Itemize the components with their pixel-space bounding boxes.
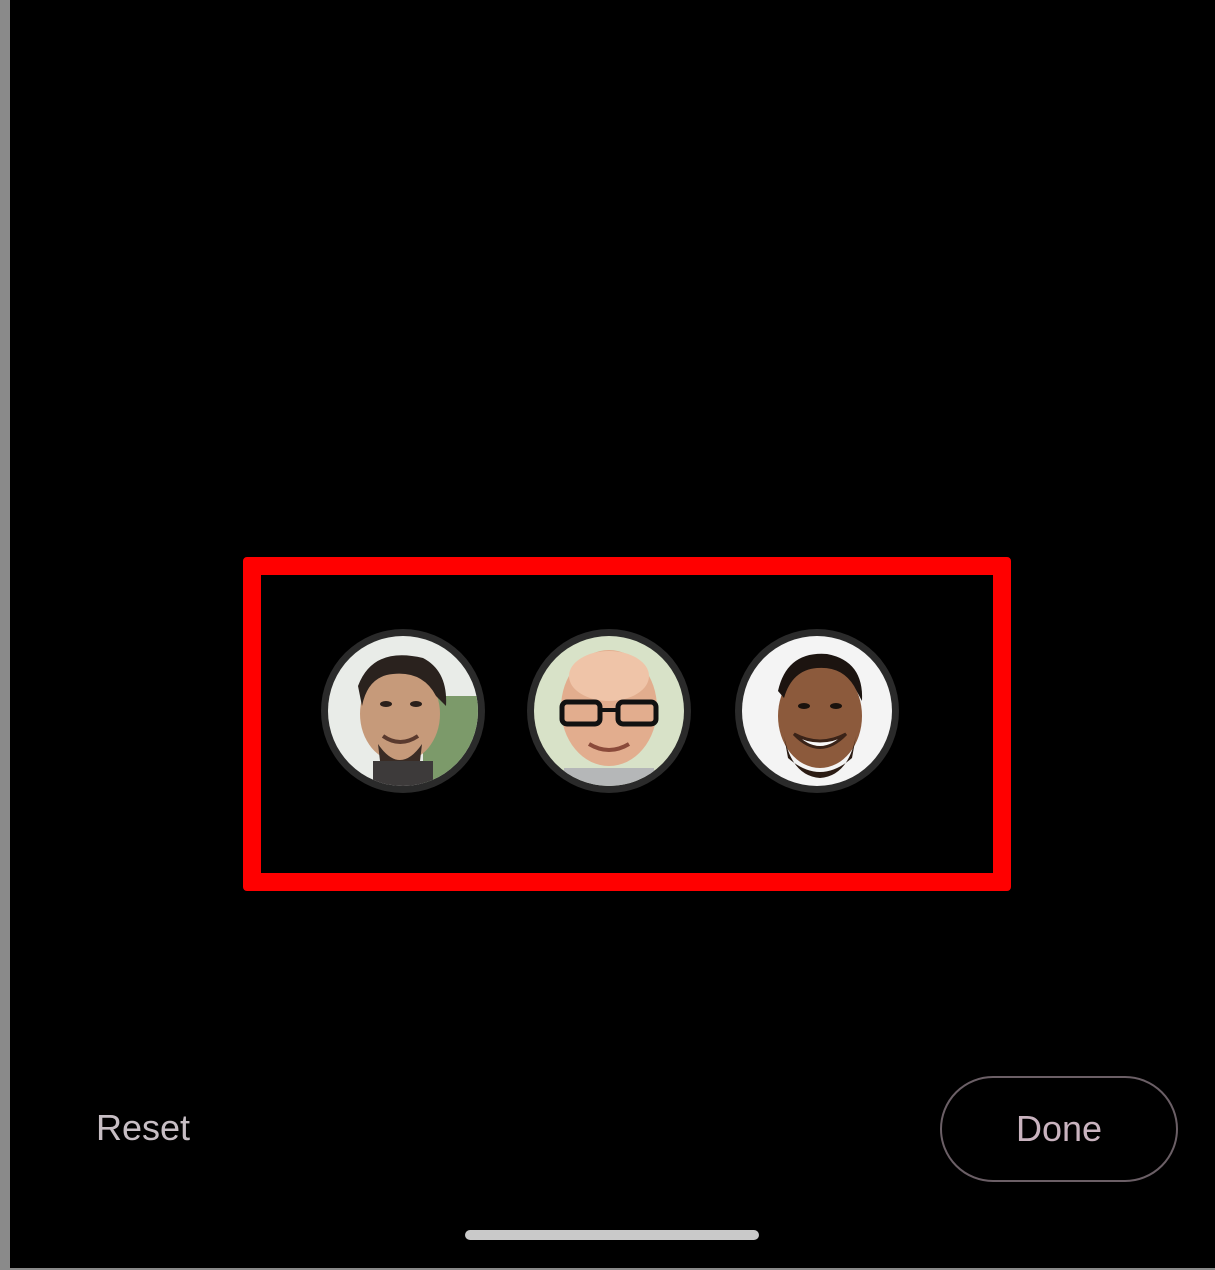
home-indicator[interactable] bbox=[465, 1230, 759, 1240]
person-photo-1-icon bbox=[328, 636, 478, 786]
avatar-3[interactable] bbox=[735, 629, 899, 793]
person-photo-3-icon bbox=[742, 636, 892, 786]
done-button[interactable]: Done bbox=[940, 1076, 1178, 1182]
person-photo-2-icon bbox=[534, 636, 684, 786]
avatar-2[interactable] bbox=[527, 629, 691, 793]
avatar-1[interactable] bbox=[321, 629, 485, 793]
reset-button[interactable]: Reset bbox=[86, 1100, 200, 1156]
screen: Reset Done bbox=[10, 0, 1215, 1268]
